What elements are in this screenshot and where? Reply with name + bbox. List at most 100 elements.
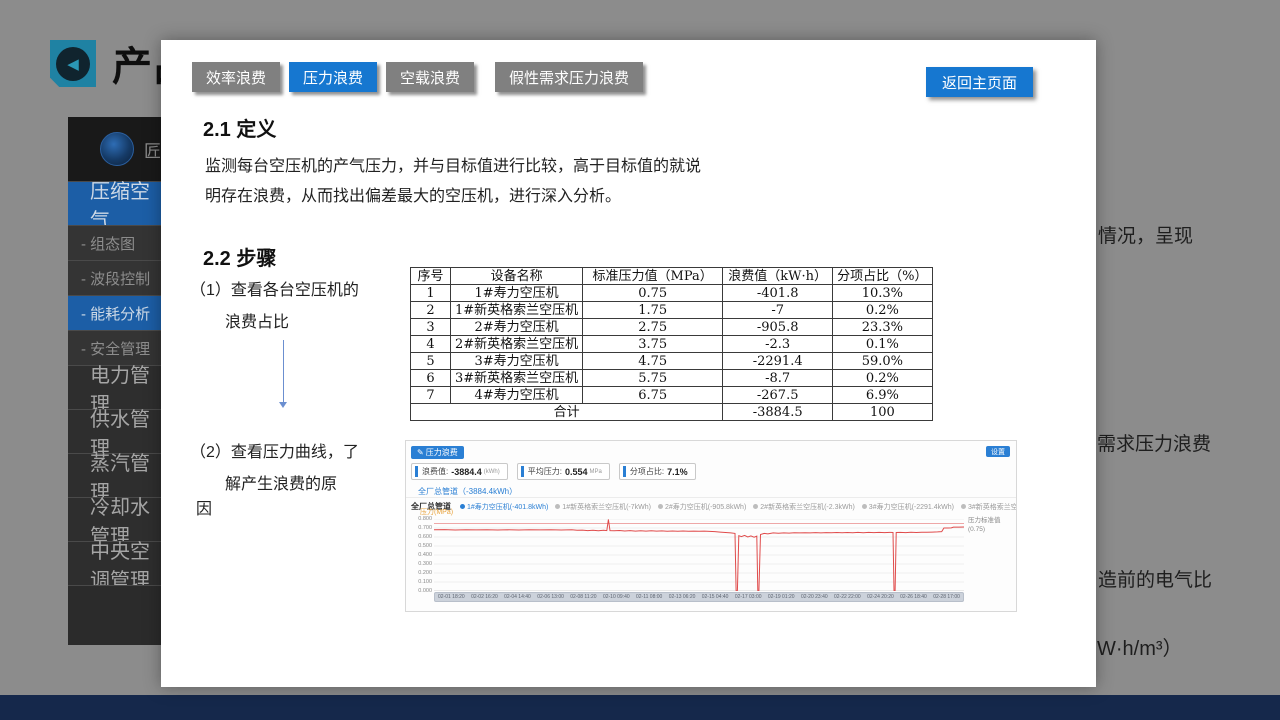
- table-cell: -7: [723, 302, 833, 319]
- total-label-cell: 合计: [411, 404, 723, 421]
- legend-item[interactable]: 1#新英格索兰空压机(-7kWh): [555, 502, 651, 512]
- return-home-button[interactable]: 返回主页面: [926, 67, 1033, 97]
- x-tick-label: 02-24 20:20: [867, 594, 894, 600]
- legend-dot-icon: [961, 504, 966, 509]
- x-tick-label: 02-08 11:20: [570, 594, 596, 600]
- footer-bar: [0, 695, 1280, 720]
- settings-button[interactable]: 设置: [986, 446, 1010, 457]
- legend-dot-icon: [460, 504, 465, 509]
- stat-unit: MPa: [590, 469, 602, 475]
- stat-label: 平均压力:: [528, 466, 562, 477]
- pipeline-link[interactable]: 全厂总管道（-3884.4kWh）: [418, 486, 517, 497]
- table-header-row: 序号设备名称标准压力值（MPa）浪费值（kW·h）分项占比（%）: [411, 268, 933, 285]
- y-tick-label: 0.600: [406, 534, 432, 540]
- step1-text: （1）查看各台空压机的: [190, 276, 359, 300]
- table-row: 42#新英格索兰空压机3.75-2.30.1%: [411, 336, 933, 353]
- table-header-cell: 分项占比（%）: [833, 268, 932, 285]
- table-cell: 2#寿力空压机: [451, 319, 583, 336]
- table-cell: -2291.4: [723, 353, 833, 370]
- chart-legend: 全厂总管道 1#寿力空压机(-401.8kWh)1#新英格索兰空压机(-7kWh…: [406, 497, 1017, 512]
- table-cell: -905.8: [723, 319, 833, 336]
- down-arrow-icon: [279, 340, 289, 410]
- x-tick-label: 02-01 18:20: [438, 594, 465, 600]
- definition-line: 明存在浪费，从而找出偏差最大的空压机，进行深入分析。: [205, 182, 745, 212]
- table-cell: 6.9%: [833, 387, 932, 404]
- stat-value: 7.1%: [667, 467, 688, 477]
- x-tick-label: 02-17 03:00: [735, 594, 762, 600]
- y-tick-label: 0.300: [406, 561, 432, 567]
- pressure-waste-title-button[interactable]: ✎ 压力浪费: [411, 446, 464, 459]
- legend-item[interactable]: 3#寿力空压机(-2291.4kWh): [862, 502, 954, 512]
- x-axis-scrollbar[interactable]: 02-01 18:2002-02 16:2002-04 14:4002-06 1…: [434, 592, 964, 602]
- y-tick-label: 0.800: [406, 516, 432, 522]
- legend-item[interactable]: 3#新英格索兰空压机(-8.7kWh): [961, 502, 1017, 512]
- stat-box: 浪费值:-3884.4(kWh): [411, 463, 508, 480]
- x-tick-label: 02-11 08:00: [636, 594, 662, 600]
- sidebar-item[interactable]: - 能耗分析: [68, 295, 162, 330]
- x-tick-label: 02-19 01:20: [768, 594, 795, 600]
- y-tick-label: 0.700: [406, 525, 432, 531]
- stat-value: 0.554: [565, 467, 588, 477]
- legend-item[interactable]: 2#寿力空压机(-905.8kWh): [658, 502, 746, 512]
- step1-text: 浪费占比: [225, 308, 289, 332]
- table-cell: 4: [411, 336, 451, 353]
- table-cell: 1#寿力空压机: [451, 285, 583, 302]
- y-tick-label: 0.400: [406, 552, 432, 558]
- waste-table: 序号设备名称标准压力值（MPa）浪费值（kW·h）分项占比（%） 11#寿力空压…: [410, 267, 933, 421]
- table-cell: 2#新英格索兰空压机: [451, 336, 583, 353]
- table-cell: 10.3%: [833, 285, 932, 302]
- table-cell: 1: [411, 285, 451, 302]
- table-header-cell: 序号: [411, 268, 451, 285]
- sidebar-item[interactable]: - 波段控制: [68, 260, 162, 295]
- waste-tabs: 效率浪费压力浪费空载浪费假性需求压力浪费: [192, 62, 643, 92]
- steps-heading: 2.2 步骤: [203, 242, 276, 271]
- table-row: 74#寿力空压机6.75-267.56.9%: [411, 387, 933, 404]
- legend-item-label: 2#寿力空压机(-905.8kWh): [665, 502, 746, 512]
- stat-value: -3884.4: [451, 467, 482, 477]
- stat-accent-bar: [623, 466, 626, 477]
- table-cell: 6.75: [583, 387, 723, 404]
- sidebar-item[interactable]: - 组态图: [68, 225, 162, 260]
- tab-压力浪费[interactable]: 压力浪费: [289, 62, 377, 92]
- x-tick-label: 02-13 06:20: [669, 594, 696, 600]
- table-cell: 0.1%: [833, 336, 932, 353]
- x-tick-label: 02-28 17:00: [933, 594, 960, 600]
- definition-line: 监测每台空压机的产气压力，并与目标值进行比较，高于目标值的就说: [205, 152, 745, 182]
- legend-item-label: 1#寿力空压机(-401.8kWh): [467, 502, 548, 512]
- total-value-cell: -3884.5: [723, 404, 833, 421]
- tab-空载浪费[interactable]: 空载浪费: [386, 62, 474, 92]
- legend-dot-icon: [658, 504, 663, 509]
- table-row: 63#新英格索兰空压机5.75-8.70.2%: [411, 370, 933, 387]
- brand-text: 匠: [144, 137, 161, 162]
- bg-text-fragment: 情况，呈现: [1098, 221, 1193, 248]
- sidebar-item[interactable]: 中央空调管理: [68, 541, 162, 585]
- stat-label: 分项占比:: [630, 466, 664, 477]
- table-cell: 59.0%: [833, 353, 932, 370]
- legend-dot-icon: [862, 504, 867, 509]
- table-row: 32#寿力空压机2.75-905.823.3%: [411, 319, 933, 336]
- tab-效率浪费[interactable]: 效率浪费: [192, 62, 280, 92]
- table-cell: 4.75: [583, 353, 723, 370]
- table-cell: 2.75: [583, 319, 723, 336]
- table-cell: -2.3: [723, 336, 833, 353]
- stat-label: 浪费值:: [422, 466, 448, 477]
- x-tick-label: 02-15 04:40: [702, 594, 729, 600]
- table-header-cell: 标准压力值（MPa）: [583, 268, 723, 285]
- legend-dot-icon: [753, 504, 758, 509]
- x-tick-label: 02-04 14:40: [504, 594, 531, 600]
- stat-accent-bar: [521, 466, 524, 477]
- sidebar-item[interactable]: 压缩空气: [68, 181, 162, 225]
- pressure-curve-chart: [434, 519, 964, 591]
- back-button[interactable]: ◀: [50, 40, 96, 87]
- y-tick-label: 0.200: [406, 570, 432, 576]
- x-tick-label: 02-06 13:00: [537, 594, 564, 600]
- legend-item[interactable]: 2#新英格索兰空压机(-2.3kWh): [753, 502, 855, 512]
- legend-item[interactable]: 1#寿力空压机(-401.8kWh): [460, 502, 548, 512]
- total-value-cell: 100: [833, 404, 932, 421]
- stat-box: 分项占比:7.1%: [619, 463, 696, 480]
- table-cell: 5.75: [583, 370, 723, 387]
- table-cell: 3#新英格索兰空压机: [451, 370, 583, 387]
- x-tick-label: 02-22 22:00: [834, 594, 861, 600]
- bg-text-fragment: 需求压力浪费: [1097, 429, 1211, 456]
- tab-假性需求压力浪费[interactable]: 假性需求压力浪费: [495, 62, 643, 92]
